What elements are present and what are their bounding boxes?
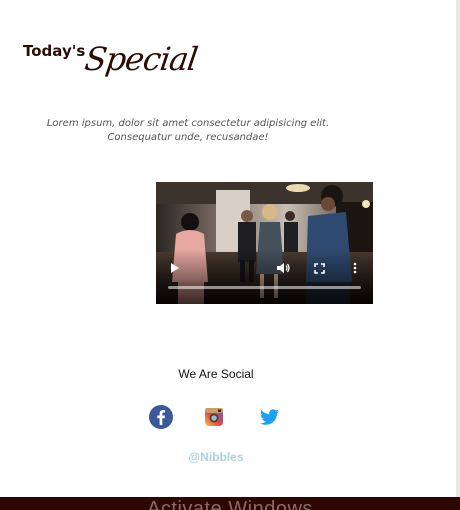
instagram-icon[interactable] — [201, 404, 227, 430]
intro-line-1: Lorem ipsum, dolor sit amet consectetur … — [46, 118, 330, 129]
fullscreen-icon[interactable] — [313, 262, 325, 274]
heading-special: Special — [82, 40, 200, 78]
video-progress-bar[interactable] — [168, 286, 361, 289]
video-player[interactable] — [156, 182, 373, 304]
facebook-icon[interactable] — [148, 404, 174, 430]
main-content: Today's Special Lorem ipsum, dolor sit a… — [0, 0, 456, 497]
social-title: We Are Social — [178, 367, 254, 381]
heading-todays: Today's — [23, 42, 86, 60]
social-icons — [0, 404, 460, 430]
volume-icon[interactable] — [276, 262, 290, 274]
footer-text: Activate Windows — [147, 498, 313, 510]
social-handle[interactable]: @Nibbles — [0, 450, 432, 464]
footer-bar: Activate Windows — [0, 497, 460, 510]
intro-line-2: Consequatur unde, recusandae! — [107, 132, 269, 143]
page: Today's Special Lorem ipsum, dolor sit a… — [0, 0, 460, 510]
section-heading: Today's Special — [23, 40, 223, 90]
play-icon[interactable] — [169, 262, 181, 274]
intro-text: Lorem ipsum, dolor sit amet consectetur … — [0, 117, 376, 145]
scrollbar[interactable] — [456, 0, 460, 497]
more-options-icon[interactable] — [349, 262, 361, 274]
twitter-icon[interactable] — [256, 404, 282, 430]
